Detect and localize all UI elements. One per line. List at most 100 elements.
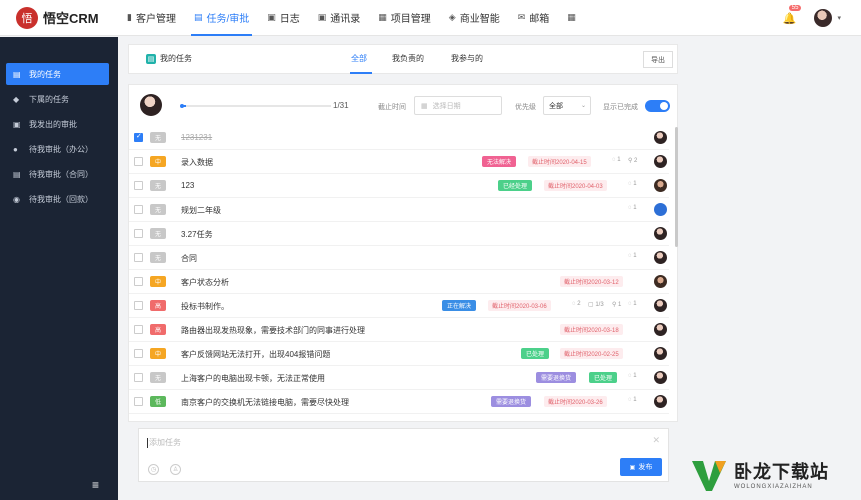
task-row[interactable]: 无 1231231 (129, 126, 669, 150)
assignee-avatar[interactable] (654, 299, 667, 312)
task-row[interactable]: 中 录入数据 ⚲ 2 ◌ 1 截止时间2020-04-15 无法解决 (129, 150, 669, 174)
task-row[interactable]: 高 投标书制作。 ◌ 1 ⚲ 1 ▢ 1/3 ◌ 2 截止时间2020-03-06 正在解决 (129, 294, 669, 318)
task-checkbox[interactable] (134, 301, 143, 310)
status-tag: 已处理 (521, 348, 550, 359)
task-checkbox[interactable] (134, 181, 143, 190)
sidebar-item-1[interactable]: ◆ 下属的任务 (6, 88, 109, 110)
task-title[interactable]: 3.27任务 (181, 229, 213, 240)
assignee-avatar[interactable] (654, 371, 667, 384)
export-button[interactable]: 导出 (643, 51, 673, 68)
task-checkbox[interactable] (134, 325, 143, 334)
task-row[interactable]: 无 合同 ◌ 1 (129, 246, 669, 270)
priority-select[interactable]: 全部 ⌄ (543, 96, 591, 115)
nav-item-3[interactable]: ▣ 通讯录 (309, 0, 370, 36)
task-checkbox[interactable] (134, 157, 143, 166)
chevron-down-icon[interactable]: ▾ (837, 14, 841, 22)
tab-participating[interactable]: 我参与的 (451, 53, 483, 64)
nav-item-7[interactable]: ▦ (558, 0, 589, 36)
bell-icon: 🔔 (782, 12, 797, 25)
add-task-input[interactable]: 添加任务 (147, 437, 181, 448)
monkey-logo-icon: 悟 (16, 6, 38, 29)
nav-item-1[interactable]: ▤ 任务/审批 (185, 0, 258, 36)
sidebar-item-0[interactable]: ▤ 我的任务 (6, 63, 109, 85)
assignee-avatar[interactable] (654, 323, 667, 336)
notification-button[interactable]: 🔔 55 (782, 4, 802, 25)
tab-all[interactable]: 全部 (351, 53, 367, 64)
assignee-avatar[interactable] (654, 395, 667, 408)
date-picker[interactable]: ▦ 选择日期 (414, 96, 502, 115)
task-checkbox[interactable] (134, 132, 143, 142)
page-title-text: 我的任务 (160, 54, 192, 63)
app-title: 悟空CRM (43, 11, 99, 26)
tab-responsible[interactable]: 我负责的 (392, 53, 424, 64)
task-checkbox[interactable] (134, 349, 143, 358)
sidebar-item-4[interactable]: ▤ 待我审批（合同） (6, 163, 109, 185)
task-checkbox[interactable] (134, 373, 143, 382)
scrollbar[interactable] (675, 127, 678, 247)
assignee-avatar[interactable] (654, 179, 667, 192)
assignee-avatar[interactable] (654, 203, 667, 216)
main-nav: ▮ 客户管理 ▤ 任务/审批 ▣ 日志 ▣ 通讯录 ▦ 项目管理 ◈ 商业智能 ✉ 邮箱 ▦ (118, 0, 589, 36)
task-checkbox[interactable] (134, 205, 143, 214)
task-list-icon: ▤ (146, 53, 156, 64)
sidebar-item-2[interactable]: ▣ 我发出的审批 (6, 113, 109, 135)
add-task-box: 添加任务 ✕ ◷ ♙ ▣ 发布 (138, 428, 669, 482)
task-title[interactable]: 客户状态分析 (181, 277, 229, 288)
task-title[interactable]: 录入数据 (181, 157, 213, 168)
show-completed-toggle[interactable] (645, 100, 670, 112)
task-row[interactable]: 中 客户状态分析 截止时间2020-03-12 (129, 270, 669, 294)
task-title[interactable]: 1231231 (181, 133, 212, 142)
nav-item-2[interactable]: ▣ 日志 (258, 0, 309, 36)
task-title[interactable]: 合同 (181, 253, 197, 264)
task-title[interactable]: 投标书制作。 (181, 301, 229, 312)
assignee-avatar[interactable] (654, 275, 667, 288)
task-checkbox[interactable] (134, 397, 143, 406)
task-checkbox[interactable] (134, 229, 143, 238)
sidebar-item-5[interactable]: ◉ 待我审批（回款） (6, 188, 109, 210)
assignee-avatar[interactable] (654, 155, 667, 168)
nav-label: 邮箱 (529, 14, 550, 25)
task-title[interactable]: 规划二年级 (181, 205, 221, 216)
assignee-avatar[interactable] (654, 131, 667, 144)
task-row[interactable]: 低 南京客户的交换机无法链接电脑，需要尽快处理 ◌ 1 截止时间2020-03-26 需… (129, 390, 669, 414)
nav-label: 商业智能 (459, 14, 500, 25)
task-title[interactable]: 客户反馈网站无法打开，出现404报错问题 (181, 349, 330, 360)
status-tag: 正在解决 (442, 300, 477, 311)
publish-button[interactable]: ▣ 发布 (620, 458, 662, 476)
task-row[interactable]: 中 客户反馈网站无法打开，出现404报错问题 截止时间2020-02-25 已处理 (129, 342, 669, 366)
assignee-avatar[interactable] (654, 347, 667, 360)
menu-collapse-icon[interactable]: ≡ (92, 478, 99, 492)
active-tab-indicator (350, 72, 372, 74)
layers-icon: ◆ (13, 94, 20, 104)
nav-item-4[interactable]: ▦ 项目管理 (369, 0, 440, 36)
app-logo[interactable]: 悟 悟空CRM (0, 6, 118, 29)
assignee-avatar[interactable] (654, 251, 667, 264)
contract-icon: ▤ (13, 169, 21, 179)
clear-icon[interactable]: ✕ (652, 435, 660, 446)
assignee-avatar[interactable] (654, 227, 667, 240)
task-checkbox[interactable] (134, 277, 143, 286)
user-avatar[interactable] (814, 9, 833, 27)
nav-item-6[interactable]: ✉ 邮箱 (509, 0, 559, 36)
task-title[interactable]: 123 (181, 181, 194, 190)
bar-chart-icon: ▮ (127, 12, 132, 22)
task-row[interactable]: 无 3.27任务 (129, 222, 669, 246)
sidebar-item-3[interactable]: ● 待我审批（办公） (6, 138, 109, 160)
nav-item-0[interactable]: ▮ 客户管理 (118, 0, 185, 36)
task-row[interactable]: 高 路由器出现发热现象，需要技术部门的同事进行处理 截止时间2020-03-18 (129, 318, 669, 342)
nav-item-5[interactable]: ◈ 商业智能 (440, 0, 509, 36)
clock-icon[interactable]: ◷ (148, 464, 159, 475)
progress-dot (180, 104, 184, 108)
task-stat: ▢ 1/3 (588, 302, 604, 308)
task-row[interactable]: 无 规划二年级 ◌ 1 (129, 198, 669, 222)
task-row[interactable]: 无 123 ◌ 1 截止时间2020-04-03 已经处理 (129, 174, 669, 198)
task-title[interactable]: 上海客户的电脑出现卡顿，无法正常使用 (181, 373, 325, 384)
user-assign-icon[interactable]: ♙ (170, 464, 181, 475)
log-book-icon: ▣ (267, 12, 276, 22)
task-row[interactable]: 无 上海客户的电脑出现卡顿，无法正常使用 ◌ 1 已处理 需要退换货 (129, 366, 669, 390)
task-title[interactable]: 路由器出现发热现象，需要技术部门的同事进行处理 (181, 325, 365, 336)
task-checkbox[interactable] (134, 253, 143, 262)
task-title[interactable]: 南京客户的交换机无法链接电脑，需要尽快处理 (181, 397, 349, 408)
task-stat: ◌ 1 (628, 181, 637, 187)
nav-label: 日志 (279, 14, 300, 25)
